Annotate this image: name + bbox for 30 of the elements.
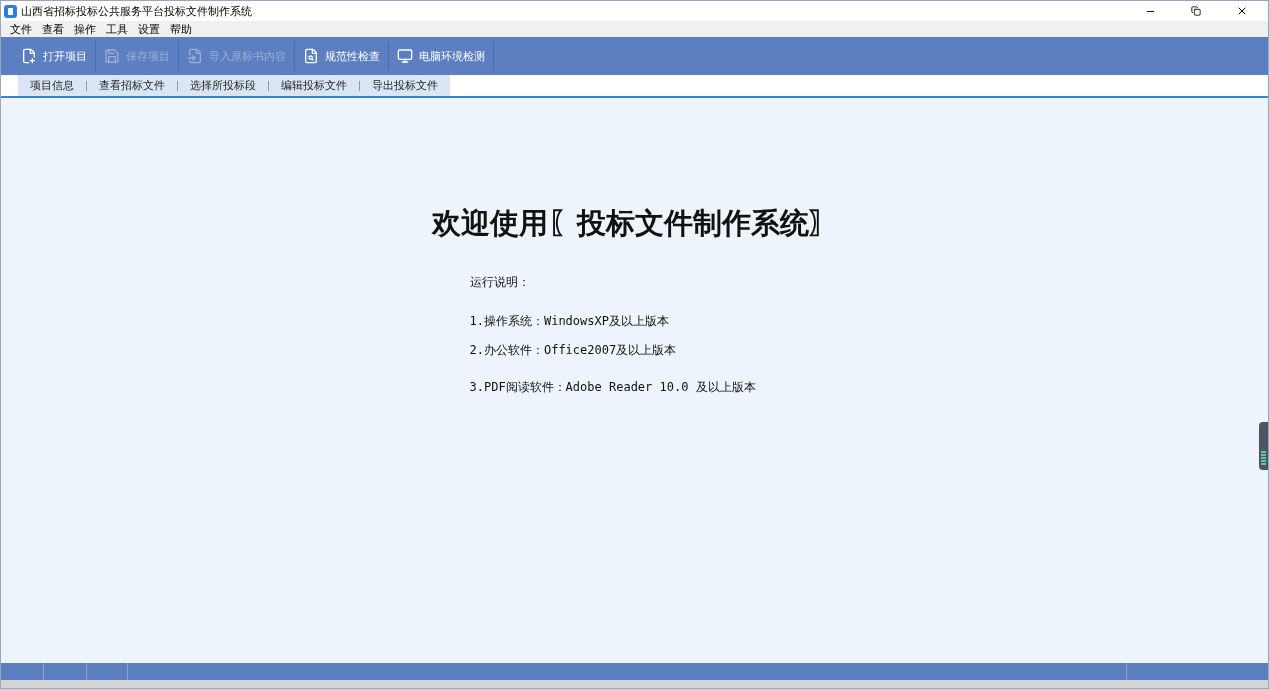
save-icon <box>104 48 120 64</box>
welcome-heading: 欢迎使用〖投标文件制作系统〗 <box>431 205 838 242</box>
requirement-text: 1.操作系统：WindowsXP及以上版本 <box>469 313 670 330</box>
side-widget-drawing[interactable] <box>1259 422 1268 470</box>
toolbar-button[interactable]: 规范性检查 <box>295 41 389 71</box>
step-tab[interactable]: 项目信息 <box>18 80 86 91</box>
toolbar-button[interactable]: 打开项目 <box>13 41 96 71</box>
requirement-text: 2.办公软件：Office2007及以上版本 <box>469 342 678 359</box>
menu-item[interactable]: 帮助 <box>165 21 197 37</box>
restore-icon <box>1191 6 1201 16</box>
monitor-icon <box>397 48 413 64</box>
menu-item[interactable]: 操作 <box>69 21 101 37</box>
menu-item[interactable]: 查看 <box>37 21 69 37</box>
menu-item[interactable]: 工具 <box>101 21 133 37</box>
document-search-icon <box>303 48 319 64</box>
requirement-text: 3.PDF阅读软件：Adobe Reader 10.0 及以上版本 <box>469 379 757 396</box>
step-tab[interactable]: 选择所投标段 <box>177 80 268 91</box>
menu-item[interactable]: 文件 <box>5 21 37 37</box>
step-tab[interactable]: 查看招标文件 <box>86 80 177 91</box>
step-tab[interactable]: 编辑投标文件 <box>268 80 359 91</box>
step-tab[interactable]: 导出投标文件 <box>359 80 450 91</box>
toolbar-button[interactable]: 电脑环境检测 <box>389 41 494 71</box>
horizontal-scrollbar[interactable] <box>1 680 1268 688</box>
app-logo-icon <box>4 4 17 18</box>
file-add-icon <box>21 48 37 64</box>
instructions-title: 运行说明： <box>469 274 531 291</box>
close-icon <box>1236 5 1248 17</box>
menu-item[interactable]: 设置 <box>133 21 165 37</box>
window-title: 山西省招标投标公共服务平台投标文件制作系统 <box>21 3 253 19</box>
document-import-icon <box>187 48 203 64</box>
